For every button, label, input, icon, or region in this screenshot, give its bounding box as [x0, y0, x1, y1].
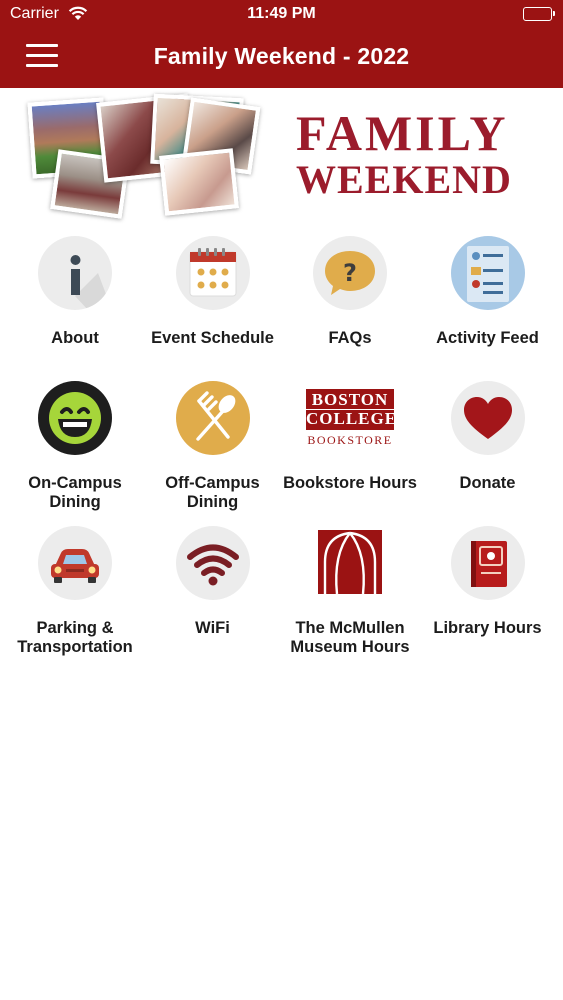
tile-label: Donate [459, 474, 516, 492]
info-icon [38, 236, 112, 310]
tile-label: The McMullen Museum Hours [290, 619, 410, 656]
heart-icon [450, 381, 525, 455]
tile-donate[interactable]: Donate [419, 381, 557, 493]
tile-off-campus-dining[interactable]: Off-Campus Dining [144, 381, 282, 512]
tile-label: Off-Campus Dining [165, 474, 260, 511]
tile-label: Activity Feed [436, 329, 539, 347]
status-bar: Carrier 11:49 PM [0, 0, 563, 30]
fork-spoon-icon [175, 381, 250, 455]
banner-line-1: FAMILY [296, 105, 509, 161]
tile-label: FAQs [328, 329, 372, 347]
family-weekend-banner: FAMILY WEEKEND [0, 88, 563, 223]
tile-activity-feed[interactable]: Activity Feed [419, 236, 557, 348]
tile-label: Bookstore Hours [283, 474, 417, 492]
navigation-bar: Carrier 11:49 PM Family Weekend - 2022 [0, 0, 563, 88]
tile-library-hours[interactable]: Library Hours [419, 526, 557, 638]
tile-label: About [51, 329, 99, 347]
banner-line-2: WEEKEND [296, 157, 512, 202]
tile-faqs[interactable]: ? FAQs [281, 236, 419, 348]
tile-wifi[interactable]: WiFi [144, 526, 282, 638]
tile-about[interactable]: About [6, 236, 144, 348]
tile-label: WiFi [195, 619, 230, 637]
activity-list-icon [450, 236, 525, 310]
bookstore-logo-icon: BOSTON COLLEGE BOOKSTORE [302, 381, 398, 455]
bookstore-logo-line-3: BOOKSTORE [307, 432, 393, 447]
tile-bookstore-hours[interactable]: BOSTON COLLEGE BOOKSTORE Bookstore Hours [281, 381, 419, 493]
question-bubble-icon: ? [313, 236, 387, 310]
tile-on-campus-dining[interactable]: On-Campus Dining [6, 381, 144, 512]
bookstore-logo-line-1: BOSTON [311, 389, 389, 409]
museum-icon [313, 526, 387, 600]
svg-text:?: ? [343, 259, 357, 287]
tile-event-schedule[interactable]: Event Schedule [144, 236, 282, 348]
battery-icon [523, 7, 555, 21]
tile-label: Library Hours [433, 619, 542, 637]
status-time: 11:49 PM [247, 5, 316, 22]
banner-logo-text: FAMILY WEEKEND [296, 108, 536, 200]
calendar-icon [175, 236, 250, 310]
tile-label: Parking & Transportation [17, 619, 133, 656]
banner-photo-selfie [159, 148, 239, 216]
tile-label: Event Schedule [151, 329, 274, 347]
tile-parking-transportation[interactable]: Parking & Transportation [6, 526, 144, 657]
tile-mcmullen-museum-hours[interactable]: The McMullen Museum Hours [281, 526, 419, 657]
wifi-icon [175, 526, 250, 600]
smiley-icon [38, 381, 112, 455]
tile-label: On-Campus Dining [28, 474, 122, 511]
car-icon [38, 526, 112, 600]
page-title: Family Weekend - 2022 [153, 43, 410, 69]
book-icon [450, 526, 525, 600]
bookstore-logo-line-2: COLLEGE [306, 408, 398, 428]
